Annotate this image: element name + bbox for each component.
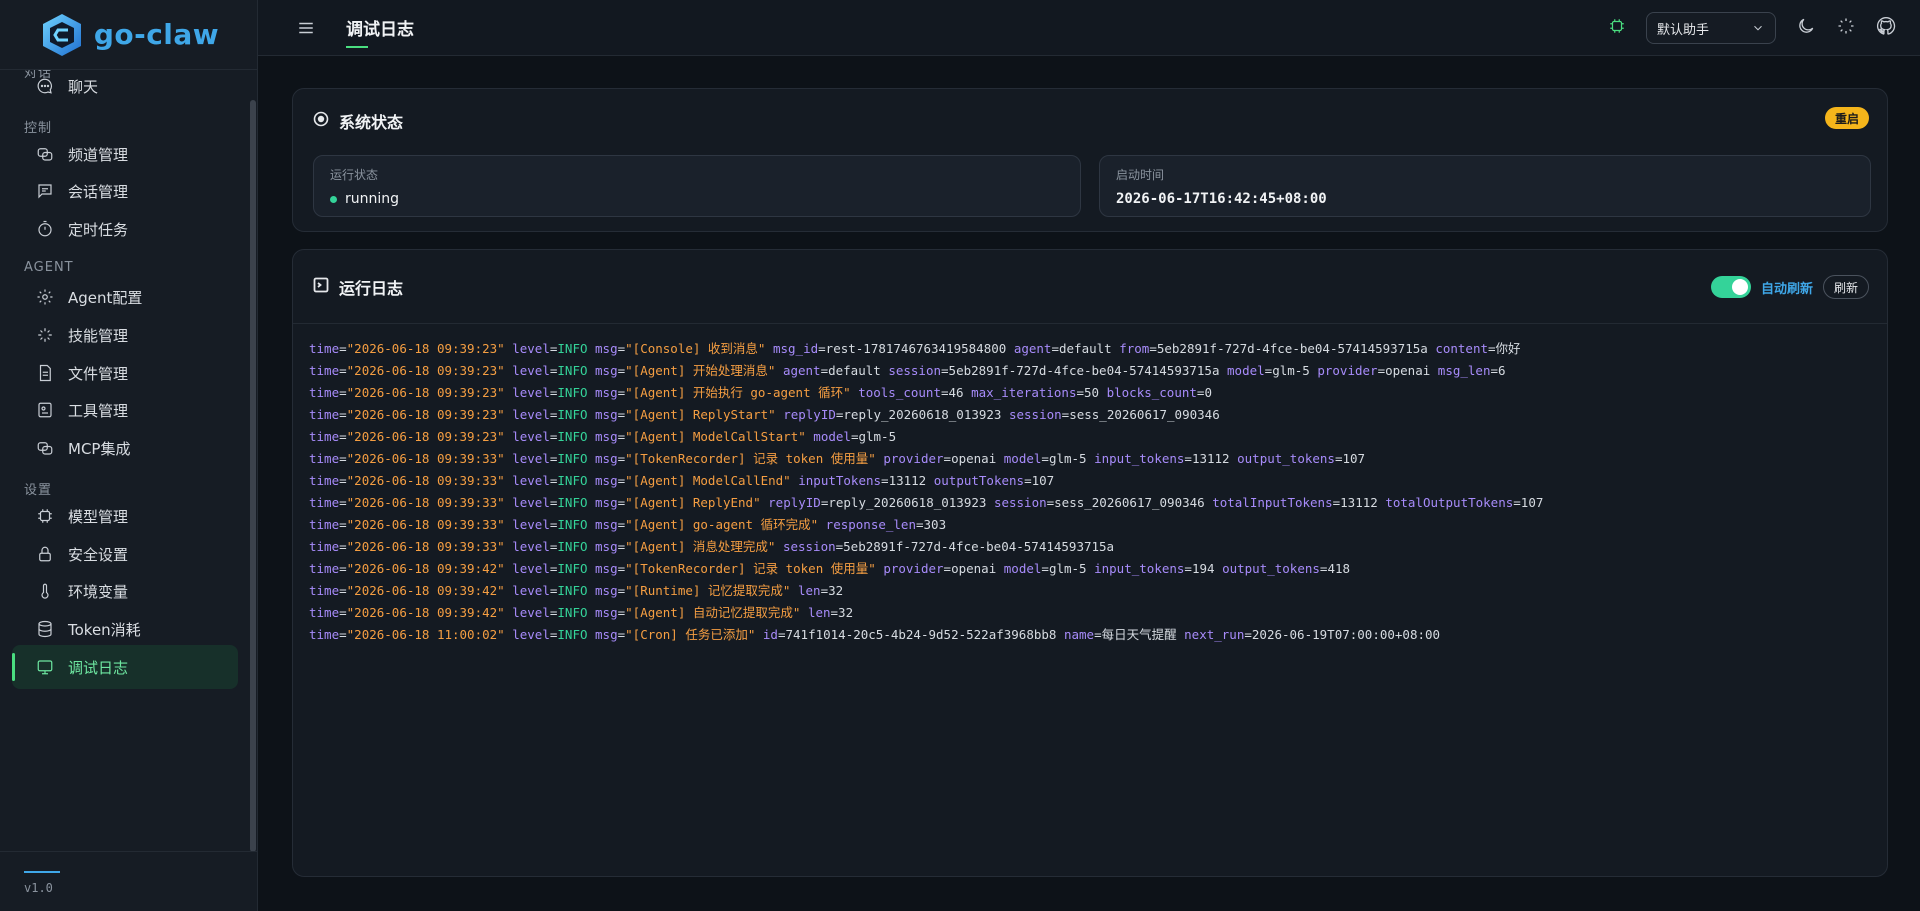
agent-select[interactable]: 默认助手 [1646, 12, 1776, 44]
monitor-icon [37, 660, 53, 675]
log-line: time="2026-06-18 09:39:42" level=INFO ms… [309, 561, 1351, 576]
log-line: time="2026-06-18 09:39:33" level=INFO ms… [309, 451, 1366, 466]
start-time-value: 2026-06-17T16:42:45+08:00 [1116, 191, 1327, 207]
thermometer-icon [41, 583, 49, 599]
run-status-box: 运行状态 running [313, 155, 1081, 217]
sidebar-item-label: Token消耗 [68, 620, 141, 639]
status-dot [330, 195, 337, 203]
refresh-button[interactable]: 刷新 [1822, 275, 1869, 299]
agent-chip-icon [1608, 17, 1626, 39]
mcp-icon [37, 442, 53, 455]
menu-toggle-button[interactable] [294, 16, 318, 40]
log-line: time="2026-06-18 09:39:23" level=INFO ms… [309, 429, 897, 444]
github-icon [1876, 16, 1896, 35]
sidebar-item-label: 安全设置 [68, 545, 129, 564]
log-line: time="2026-06-18 11:00:02" level=INFO ms… [309, 627, 1441, 642]
log-card-title: 运行日志 [339, 278, 404, 298]
file-icon [39, 364, 51, 382]
sidebar-item-scheduled-tasks[interactable]: 定时任务 [12, 207, 238, 251]
main-content: 系统状态 重启 运行状态 running 启动时间 2026-06-17T16:… [258, 56, 1920, 911]
channels-icon [37, 148, 53, 161]
page-title: 调试日志 [346, 15, 414, 48]
github-button[interactable] [1876, 16, 1896, 40]
radio-icon [313, 111, 329, 131]
sidebar-item-label: 环境变量 [68, 582, 129, 601]
topbar-actions: 默认助手 [1608, 12, 1896, 44]
moon-icon [1799, 18, 1814, 33]
run-log-card: 运行日志 自动刷新 刷新 time="2026-06-18 09:39:23" … [292, 249, 1888, 877]
run-status-text: running [345, 191, 400, 207]
start-time-box: 启动时间 2026-06-17T16:42:45+08:00 [1099, 155, 1871, 217]
sidebar-item-label: 定时任务 [68, 220, 129, 239]
log-line: time="2026-06-18 09:39:33" level=INFO ms… [309, 539, 1115, 554]
sidebar-item-label: 聊天 [68, 77, 99, 96]
sidebar: go-claw 对话 聊天 控制 频道管理 会话管理 定时任务 AGENT Ag… [0, 0, 258, 911]
system-status-card: 系统状态 重启 运行状态 running 启动时间 2026-06-17T16:… [292, 88, 1888, 232]
lock-icon [39, 546, 51, 562]
section-agent: AGENT [24, 260, 74, 275]
loading-button[interactable] [1836, 16, 1856, 40]
sidebar-nav: 对话 聊天 控制 频道管理 会话管理 定时任务 AGENT Agent配置 技能… [0, 70, 250, 850]
brand[interactable]: go-claw [0, 0, 257, 70]
log-line: time="2026-06-18 09:39:33" level=INFO ms… [309, 517, 947, 532]
sidebar-item-label: 模型管理 [68, 507, 129, 526]
log-line: time="2026-06-18 09:39:23" level=INFO ms… [309, 385, 1212, 400]
sidebar-item-label: 调试日志 [68, 658, 129, 677]
log-line: time="2026-06-18 09:39:23" level=INFO ms… [309, 341, 1521, 356]
status-card-title: 系统状态 [339, 113, 404, 132]
sidebar-item-mcp[interactable]: MCP集成 [12, 426, 238, 470]
chip-icon [38, 509, 52, 523]
database-icon [38, 620, 52, 638]
log-output: time="2026-06-18 09:39:23" level=INFO ms… [293, 324, 1887, 660]
log-line: time="2026-06-18 09:39:23" level=INFO ms… [309, 407, 1220, 422]
restart-button[interactable]: 重启 [1824, 107, 1869, 129]
log-card-header: 运行日志 [293, 250, 1887, 324]
run-status-label: 运行状态 [330, 168, 379, 182]
terminal-icon [313, 277, 329, 297]
sidebar-item-label: 文件管理 [68, 364, 129, 383]
version-accent [24, 871, 60, 873]
chevron-down-icon [1754, 25, 1762, 31]
status-card-header: 系统状态 [293, 89, 1887, 139]
sidebar-footer: v1.0 [0, 851, 258, 911]
sidebar-scrollbar[interactable] [250, 100, 256, 852]
run-status-value: running [330, 191, 1064, 207]
app-root: go-claw 对话 聊天 控制 频道管理 会话管理 定时任务 AGENT Ag… [0, 0, 1920, 911]
message-icon [38, 184, 52, 199]
start-time-label: 启动时间 [1116, 168, 1165, 182]
hamburger-icon [299, 22, 313, 33]
auto-refresh-toggle[interactable] [1710, 276, 1751, 298]
brand-name: go-claw [93, 18, 220, 51]
gear-icon [37, 289, 53, 305]
logo-icon [42, 13, 81, 56]
log-line: time="2026-06-18 09:39:33" level=INFO ms… [309, 495, 1544, 510]
sidebar-item-debug-logs[interactable]: 调试日志 [12, 645, 238, 689]
log-line: time="2026-06-18 09:39:42" level=INFO ms… [309, 583, 844, 598]
chat-icon [37, 78, 52, 94]
theme-toggle-button[interactable] [1796, 16, 1816, 40]
sidebar-item-label: MCP集成 [68, 439, 131, 458]
log-line: time="2026-06-18 09:39:33" level=INFO ms… [309, 473, 1055, 488]
sidebar-item-label: 工具管理 [68, 401, 129, 420]
sidebar-item-label: Agent配置 [68, 288, 143, 307]
sidebar-item-chat[interactable]: 聊天 [12, 70, 238, 108]
agent-select-value: 默认助手 [1657, 22, 1710, 38]
sidebar-item-label: 技能管理 [68, 326, 129, 345]
log-controls: 自动刷新 刷新 [1710, 275, 1869, 299]
tool-icon [38, 402, 52, 418]
sidebar-item-label: 会话管理 [68, 182, 129, 201]
topbar: 调试日志 默认助手 [258, 0, 1920, 56]
sidebar-item-label: 频道管理 [68, 145, 129, 164]
timer-icon [38, 220, 52, 237]
log-line: time="2026-06-18 09:39:23" level=INFO ms… [309, 363, 1506, 378]
spinner-icon [1838, 18, 1854, 34]
auto-refresh-label[interactable]: 自动刷新 [1761, 278, 1813, 297]
version-label: v1.0 [24, 881, 53, 895]
sparkle-icon [38, 328, 52, 342]
log-line: time="2026-06-18 09:39:42" level=INFO ms… [309, 605, 854, 620]
